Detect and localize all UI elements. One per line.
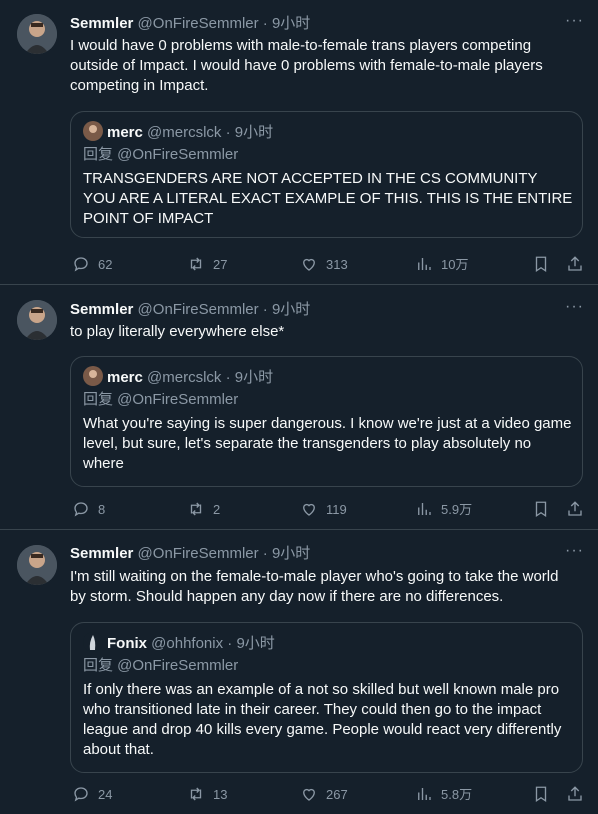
bookmark-button[interactable] [532, 255, 558, 275]
more-icon[interactable]: ··· [565, 298, 584, 316]
reply-count: 62 [98, 257, 113, 272]
quote-avatar [83, 366, 103, 386]
like-icon [303, 788, 315, 801]
quote-author-handle: @mercslck [147, 369, 222, 386]
views-count: 5.9万 [441, 502, 473, 517]
retweet-count: 2 [213, 502, 221, 517]
quote-author-handle: @mercslck [147, 124, 222, 141]
quote-author-handle: @ohhfonix [151, 635, 224, 652]
quote-avatar [83, 632, 103, 652]
quote-author-name: merc [107, 369, 143, 386]
retweet-button[interactable]: 27 [187, 255, 227, 275]
retweet-icon [190, 502, 202, 516]
like-button[interactable]: 119 [300, 500, 347, 520]
tweet-header: Semmler @OnFireSemmler · 9小时 [70, 14, 310, 34]
quote-timestamp: · 9小时 [227, 635, 275, 652]
tweet-actions: 8 2 119 5.9万 [70, 500, 585, 520]
more-icon[interactable]: ··· [565, 542, 584, 560]
author-name[interactable]: Semmler [70, 545, 133, 562]
share-icon [568, 786, 582, 801]
quote-header: merc @mercslck · 9小时 [83, 121, 273, 143]
timestamp[interactable]: · 9小时 [263, 301, 311, 318]
avatar[interactable] [17, 14, 57, 54]
tweet-actions: 62 27 313 10万 [70, 255, 585, 275]
quoted-tweet[interactable]: merc @mercslck · 9小时 回复 @OnFireSemmler T… [70, 111, 583, 238]
tweet-3[interactable]: Semmler @OnFireSemmler · 9小时 ··· I'm sti… [0, 531, 598, 814]
share-icon [568, 256, 582, 271]
author-handle[interactable]: @OnFireSemmler [138, 301, 259, 318]
bookmark-button[interactable] [532, 785, 558, 805]
share-button[interactable] [566, 500, 592, 520]
views-icon [418, 503, 431, 515]
quote-header: Fonix @ohhfonix · 9小时 [83, 632, 275, 654]
like-icon [303, 258, 315, 271]
reply-button[interactable]: 24 [72, 785, 112, 805]
quote-reply-to: 回复 @OnFireSemmler [83, 657, 239, 674]
quote-text: What you're saying is super dangerous. I… [83, 415, 572, 472]
timestamp[interactable]: · 9小时 [263, 545, 311, 562]
retweet-button[interactable]: 13 [187, 785, 227, 805]
tweet-text: to play literally everywhere else* [70, 323, 285, 340]
views-icon [418, 258, 431, 270]
tweet-header: Semmler @OnFireSemmler · 9小时 [70, 300, 310, 320]
quote-text: If only there was an example of a not so… [83, 681, 562, 758]
reply-icon [74, 787, 88, 802]
retweet-button[interactable]: 2 [187, 500, 220, 520]
like-button[interactable]: 313 [300, 255, 348, 275]
avatar[interactable] [17, 545, 57, 585]
quoted-tweet[interactable]: Fonix @ohhfonix · 9小时 回复 @OnFireSemmler … [70, 622, 583, 773]
like-count: 313 [326, 257, 348, 272]
author-handle[interactable]: @OnFireSemmler [138, 545, 259, 562]
retweet-icon [190, 787, 202, 801]
author-handle[interactable]: @OnFireSemmler [138, 15, 259, 32]
tweet-2[interactable]: Semmler @OnFireSemmler · 9小时 ··· to play… [0, 286, 598, 530]
bookmark-button[interactable] [532, 500, 558, 520]
reply-icon [74, 502, 88, 517]
like-icon [303, 503, 315, 516]
quote-author-name: merc [107, 124, 143, 141]
quote-reply-to: 回复 @OnFireSemmler [83, 146, 239, 163]
timestamp[interactable]: · 9小时 [263, 15, 311, 32]
quote-text: TRANSGENDERS ARE NOT ACCEPTED IN THE CS … [83, 170, 573, 227]
like-count: 119 [326, 502, 347, 517]
reply-button[interactable]: 8 [72, 500, 105, 520]
quote-timestamp: · 9小时 [225, 124, 274, 141]
reply-count: 24 [98, 787, 113, 802]
views-button[interactable]: 5.8万 [415, 785, 472, 805]
like-button[interactable]: 267 [300, 785, 348, 805]
quote-reply-to: 回复 @OnFireSemmler [83, 391, 239, 408]
tweet-text: I'm still waiting on the female-to-male … [70, 568, 559, 605]
share-icon [568, 501, 582, 516]
share-button[interactable] [566, 255, 592, 275]
bookmark-icon [535, 256, 547, 273]
reply-button[interactable]: 62 [72, 255, 112, 275]
retweet-count: 13 [213, 787, 228, 802]
author-name[interactable]: Semmler [70, 301, 133, 318]
share-button[interactable] [566, 785, 592, 805]
like-count: 267 [326, 787, 348, 802]
more-icon[interactable]: ··· [565, 12, 584, 30]
views-count: 5.8万 [441, 787, 473, 802]
retweet-count: 27 [213, 257, 228, 272]
bookmark-icon [535, 786, 547, 803]
tweet-text: I would have 0 problems with male-to-fem… [70, 37, 543, 94]
quoted-tweet[interactable]: merc @mercslck · 9小时 回复 @OnFireSemmler W… [70, 356, 583, 487]
avatar[interactable] [17, 300, 57, 340]
quote-timestamp: · 9小时 [225, 369, 274, 386]
retweet-icon [190, 257, 202, 271]
views-button[interactable]: 5.9万 [415, 500, 472, 520]
tweet-1[interactable]: Semmler @OnFireSemmler · 9小时 ··· I would… [0, 0, 598, 285]
reply-icon [74, 257, 88, 272]
quote-avatar [83, 121, 103, 141]
bookmark-icon [535, 501, 547, 518]
tweet-actions: 24 13 267 5.8万 [70, 785, 585, 805]
views-icon [418, 788, 431, 800]
reply-count: 8 [98, 502, 106, 517]
views-button[interactable]: 10万 [415, 255, 468, 275]
tweet-header: Semmler @OnFireSemmler · 9小时 [70, 544, 310, 564]
views-count: 10万 [441, 257, 469, 272]
quote-header: merc @mercslck · 9小时 [83, 366, 273, 388]
author-name[interactable]: Semmler [70, 15, 133, 32]
quote-author-name: Fonix [107, 635, 147, 652]
